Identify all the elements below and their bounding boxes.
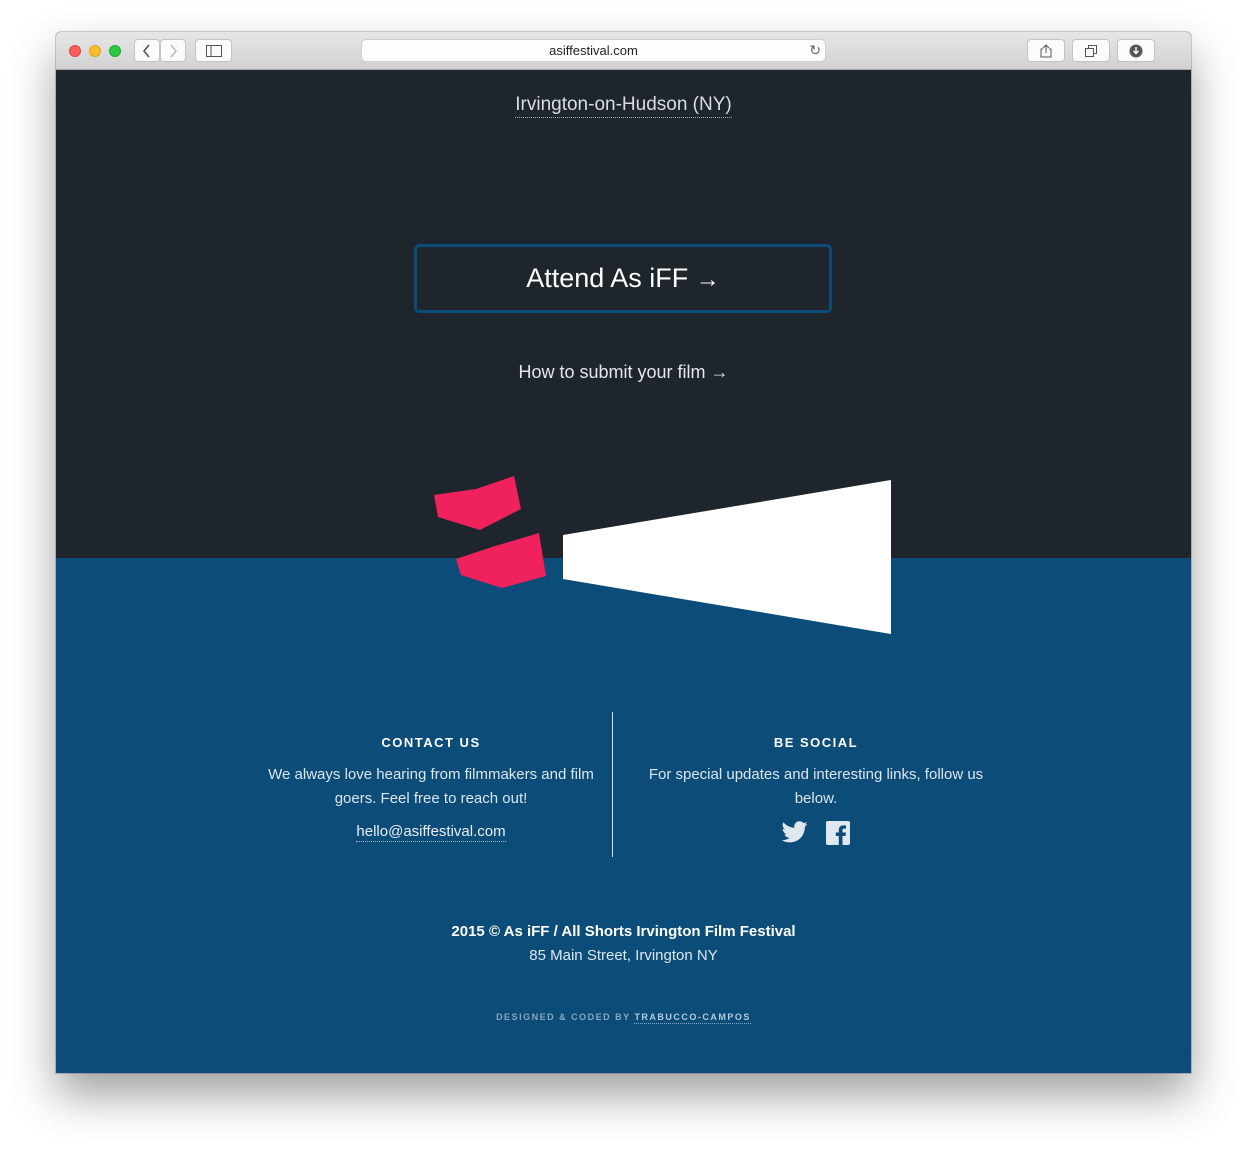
share-button[interactable] xyxy=(1027,39,1065,62)
address-bar[interactable]: asiffestival.com ↻ xyxy=(361,39,826,62)
contact-text: We always love hearing from filmmakers a… xyxy=(268,766,594,807)
copyright-text: 2015 © As iFF / All Shorts Irvington Fil… xyxy=(451,923,796,940)
minimize-window-button[interactable] xyxy=(89,45,101,57)
logo-megaphone xyxy=(434,476,891,634)
email-link[interactable]: hello@asiffestival.com xyxy=(356,823,506,842)
chevron-right-icon xyxy=(170,43,178,58)
column-divider xyxy=(612,712,613,857)
back-button[interactable] xyxy=(134,39,160,62)
submit-film-link[interactable]: How to submit your film → xyxy=(56,362,1191,383)
contact-column: CONTACT US We always love hearing from f… xyxy=(266,735,596,842)
social-heading: BE SOCIAL xyxy=(773,735,859,750)
share-icon xyxy=(1040,43,1052,57)
arrow-right-icon: → xyxy=(710,362,729,382)
credit-prefix: DESIGNED & CODED BY xyxy=(496,1012,631,1022)
social-column: BE SOCIAL For special updates and intere… xyxy=(646,735,986,845)
attend-label: Attend As iFF xyxy=(526,263,689,293)
social-text: For special updates and interesting link… xyxy=(648,766,984,807)
logo-white-cone xyxy=(563,480,891,634)
zoom-window-button[interactable] xyxy=(109,45,121,57)
reload-icon[interactable]: ↻ xyxy=(809,40,821,61)
logo-pink-shape-bottom xyxy=(456,533,546,588)
tabs-button[interactable] xyxy=(1072,39,1110,62)
sidebar-button[interactable] xyxy=(195,39,232,62)
twitter-icon[interactable] xyxy=(782,821,808,843)
contact-heading: CONTACT US xyxy=(381,735,481,750)
chevron-left-icon xyxy=(142,43,150,58)
tabs-icon xyxy=(1085,44,1097,57)
url-text: asiffestival.com xyxy=(549,43,638,58)
submit-label: How to submit your film xyxy=(518,362,706,382)
social-icons xyxy=(646,821,986,845)
facebook-icon[interactable] xyxy=(826,821,850,845)
download-icon xyxy=(1129,44,1143,57)
address-text: 85 Main Street, Irvington NY xyxy=(529,947,718,964)
credit-link[interactable]: TRABUCCO-CAMPOS xyxy=(634,1012,751,1024)
downloads-button[interactable] xyxy=(1117,39,1155,62)
browser-toolbar: asiffestival.com ↻ xyxy=(56,32,1191,70)
forward-button[interactable] xyxy=(160,39,186,62)
credit-line: DESIGNED & CODED BY TRABUCCO-CAMPOS xyxy=(56,1012,1191,1024)
location-link[interactable]: Irvington-on-Hudson (NY) xyxy=(56,94,1191,118)
logo-pink-shape-top xyxy=(434,476,521,530)
browser-window: asiffestival.com ↻ + Irvington-on-Hudson… xyxy=(56,32,1191,1073)
sidebar-icon xyxy=(205,44,222,57)
close-window-button[interactable] xyxy=(69,45,81,57)
arrow-right-icon: → xyxy=(695,266,720,293)
attend-button[interactable]: Attend As iFF → xyxy=(414,244,832,313)
